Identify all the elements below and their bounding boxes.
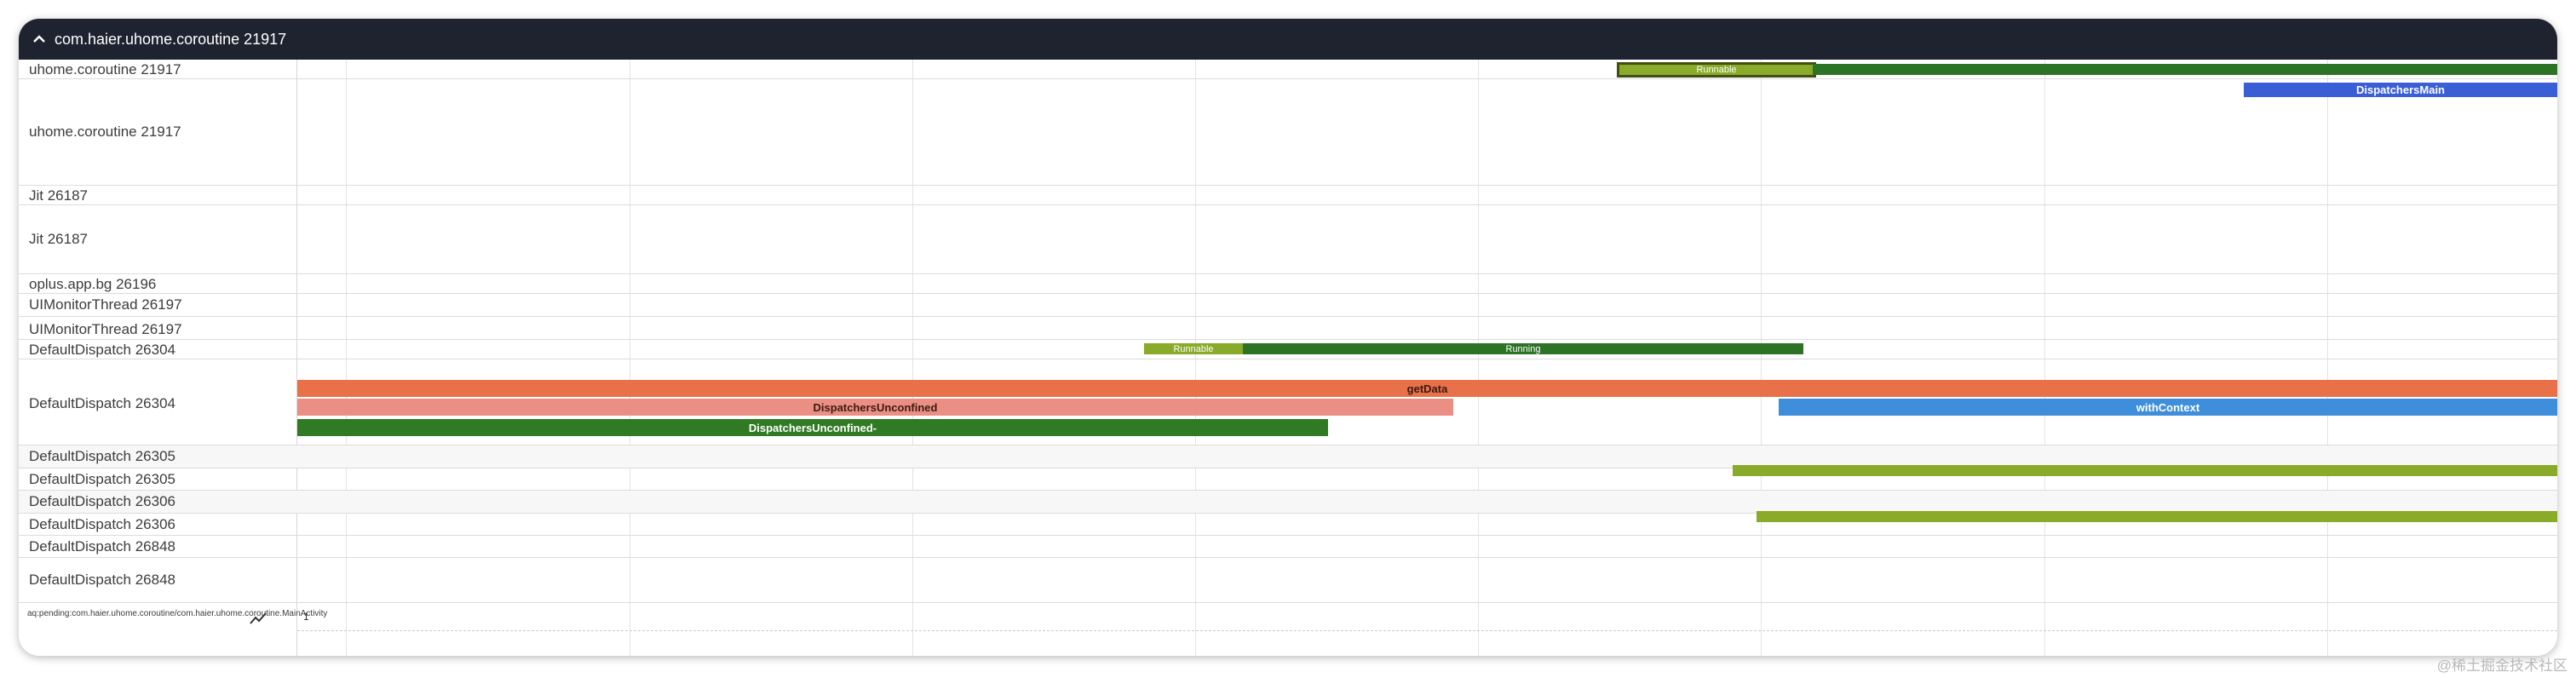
track-label: DefaultDispatch 26306 bbox=[29, 493, 176, 509]
track-label: DefaultDispatch 26848 bbox=[29, 538, 176, 554]
track-row[interactable]: Jit 26187 bbox=[19, 186, 2557, 205]
line-chart-icon[interactable] bbox=[249, 611, 267, 626]
state-running[interactable]: Running bbox=[1243, 343, 1803, 354]
track-label: UIMonitorThread 26197 bbox=[29, 296, 182, 313]
slice-get-data[interactable]: getData bbox=[297, 380, 2557, 397]
state-runnable[interactable]: Runnable bbox=[1617, 62, 1816, 78]
slice-dispatchers-unconfined[interactable]: DispatchersUnconfined bbox=[297, 399, 1453, 416]
process-header[interactable]: com.haier.uhome.coroutine 21917 bbox=[19, 19, 2557, 60]
slice-dispatchers-unconfined-dash[interactable]: DispatchersUnconfined- bbox=[297, 419, 1328, 436]
track-row[interactable]: UIMonitorThread 26197 bbox=[19, 317, 2557, 340]
track-label: DefaultDispatch 26848 bbox=[29, 572, 176, 588]
track-row[interactable]: DefaultDispatch 26848 bbox=[19, 536, 2557, 558]
track-row[interactable]: oplus.app.bg 26196 bbox=[19, 274, 2557, 294]
counter-baseline bbox=[297, 630, 2557, 631]
track-row[interactable]: UIMonitorThread 26197 bbox=[19, 294, 2557, 317]
slice-with-context[interactable]: withContext bbox=[1779, 399, 2557, 416]
counter-value: 1 bbox=[303, 611, 309, 623]
track-row[interactable]: DefaultDispatch 26306 bbox=[19, 491, 2557, 514]
watermark: @稀土掘金技术社区 bbox=[2436, 658, 2567, 674]
track-label: Jit 26187 bbox=[29, 231, 88, 247]
state-runnable-bar[interactable] bbox=[1733, 465, 2557, 476]
slice-dispatchers-main[interactable]: DispatchersMain bbox=[2244, 83, 2557, 97]
track-label: DefaultDispatch 26306 bbox=[29, 516, 176, 532]
track-label: oplus.app.bg 26196 bbox=[29, 276, 157, 292]
track-label: uhome.coroutine 21917 bbox=[29, 61, 181, 78]
track-row[interactable]: Jit 26187 bbox=[19, 205, 2557, 274]
chevron-up-icon[interactable] bbox=[27, 27, 51, 51]
track-label: DefaultDispatch 26305 bbox=[29, 471, 176, 487]
track-row[interactable]: DefaultDispatch 26848 bbox=[19, 558, 2557, 603]
track-label: UIMonitorThread 26197 bbox=[29, 321, 182, 337]
process-panel: com.haier.uhome.coroutine 21917 uhome.co… bbox=[19, 19, 2557, 656]
track-label: DefaultDispatch 26304 bbox=[29, 395, 176, 411]
state-runnable[interactable]: Runnable bbox=[1144, 343, 1243, 354]
counter-track[interactable]: aq:pending:com.haier.uhome.coroutine/com… bbox=[19, 603, 2557, 656]
track-row[interactable]: uhome.coroutine 21917 bbox=[19, 79, 2557, 186]
track-label: DefaultDispatch 26305 bbox=[29, 448, 176, 464]
counter-label: aq:pending:com.haier.uhome.coroutine/com… bbox=[27, 609, 328, 618]
process-title: com.haier.uhome.coroutine 21917 bbox=[55, 31, 287, 48]
track-label: uhome.coroutine 21917 bbox=[29, 124, 181, 140]
state-running[interactable] bbox=[1813, 64, 2557, 75]
track-label: Jit 26187 bbox=[29, 187, 88, 204]
state-runnable-bar[interactable] bbox=[1757, 511, 2557, 522]
track-label: DefaultDispatch 26304 bbox=[29, 342, 176, 358]
